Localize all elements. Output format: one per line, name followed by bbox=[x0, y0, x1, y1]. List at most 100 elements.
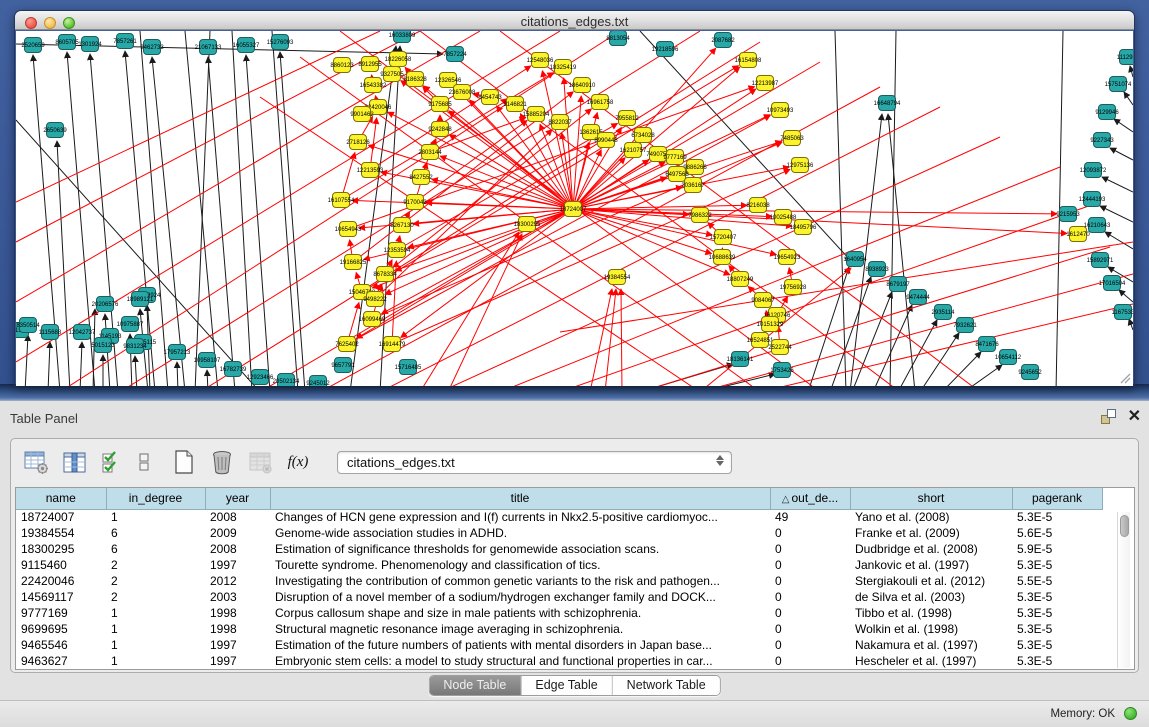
table-cell[interactable]: 0 bbox=[770, 573, 850, 589]
network-canvas[interactable]: 1872400788601238912955182260589327505818… bbox=[16, 31, 1133, 386]
table-row[interactable]: 1872400712008Changes of HCN gene express… bbox=[16, 509, 1102, 525]
table-row[interactable]: 977716911998Corpus callosum shape and si… bbox=[16, 605, 1102, 621]
table-cell[interactable]: Nakamura et al. (1997) bbox=[850, 637, 1012, 653]
column-header-year[interactable]: year bbox=[205, 488, 270, 509]
show-columns-icon[interactable] bbox=[61, 449, 87, 475]
table-cell[interactable]: 5.6E-5 bbox=[1012, 525, 1102, 541]
table-cell[interactable]: de Silva et al. (2003) bbox=[850, 589, 1012, 605]
citation-edge-black[interactable] bbox=[942, 352, 981, 386]
citation-edge-black[interactable] bbox=[1129, 319, 1133, 330]
citation-edge-black[interactable] bbox=[380, 46, 400, 386]
table-cell[interactable]: Corpus callosum shape and size in male p… bbox=[270, 605, 770, 621]
table-row[interactable]: 911546021997Tourette syndrome. Phenomeno… bbox=[16, 557, 1102, 573]
table-cell[interactable]: 5.3E-5 bbox=[1012, 589, 1102, 605]
citation-edge-black[interactable] bbox=[48, 342, 50, 386]
citation-edge-red[interactable] bbox=[426, 202, 573, 209]
table-cell[interactable]: 22420046 bbox=[16, 573, 106, 589]
table-cell[interactable]: 18724007 bbox=[16, 509, 106, 525]
table-cell[interactable]: 6 bbox=[106, 525, 205, 541]
table-cell[interactable]: 2008 bbox=[205, 541, 270, 557]
table-cell[interactable]: 18300295 bbox=[16, 541, 106, 557]
table-row[interactable]: 1830029562008Estimation of significance … bbox=[16, 541, 1102, 557]
citation-edge-black[interactable] bbox=[1102, 177, 1133, 192]
table-cell[interactable]: 0 bbox=[770, 557, 850, 573]
table-cell[interactable]: Franke et al. (2009) bbox=[850, 525, 1012, 541]
table-cell[interactable]: 9463627 bbox=[16, 653, 106, 669]
table-cell[interactable]: 5.3E-5 bbox=[1012, 557, 1102, 573]
table-cell[interactable]: Estimation of the future numbers of pati… bbox=[270, 637, 770, 653]
table-cell[interactable]: 49 bbox=[770, 509, 850, 525]
citation-edge-black[interactable] bbox=[852, 292, 892, 386]
table-cell[interactable]: Yano et al. (2008) bbox=[850, 509, 1012, 525]
citation-edge-red[interactable] bbox=[420, 31, 900, 386]
table-cell[interactable]: 1997 bbox=[205, 557, 270, 573]
table-cell[interactable]: Estimation of significance thresholds fo… bbox=[270, 541, 770, 557]
create-table-icon[interactable] bbox=[171, 449, 197, 475]
table-cell[interactable]: 0 bbox=[770, 637, 850, 653]
citation-edge-red[interactable] bbox=[621, 289, 622, 386]
memory-status-indicator[interactable] bbox=[1124, 707, 1137, 720]
citation-edge-black[interactable] bbox=[246, 55, 270, 386]
table-cell[interactable]: 2003 bbox=[205, 589, 270, 605]
citation-edge-black[interactable] bbox=[964, 365, 1002, 386]
table-cell[interactable]: 1 bbox=[106, 637, 205, 653]
function-builder-icon[interactable]: f(x) bbox=[285, 449, 311, 475]
table-cell[interactable]: 2008 bbox=[205, 509, 270, 525]
citation-edge-black[interactable] bbox=[1130, 66, 1133, 77]
table-cell[interactable]: 5.9E-5 bbox=[1012, 541, 1102, 557]
tab-network-table[interactable]: Network Table bbox=[613, 676, 720, 695]
table-cell[interactable]: 1997 bbox=[205, 653, 270, 669]
table-cell[interactable]: 9699695 bbox=[16, 621, 106, 637]
table-cell[interactable]: Changes of HCN gene expression and I(f) … bbox=[270, 509, 770, 525]
table-vertical-scrollbar[interactable] bbox=[1117, 512, 1130, 668]
table-cell[interactable]: 9115460 bbox=[16, 557, 106, 573]
table-cell[interactable]: 1 bbox=[106, 605, 205, 621]
table-cell[interactable]: 1998 bbox=[205, 605, 270, 621]
table-cell[interactable]: 5.3E-5 bbox=[1012, 509, 1102, 525]
table-cell[interactable]: 1 bbox=[106, 653, 205, 669]
scrollbar-thumb[interactable] bbox=[1120, 515, 1129, 537]
table-cell[interactable]: 2 bbox=[106, 589, 205, 605]
window-titlebar[interactable]: citations_edges.txt bbox=[15, 11, 1134, 30]
table-cell[interactable]: 5.3E-5 bbox=[1012, 653, 1102, 669]
table-cell[interactable]: 5.5E-5 bbox=[1012, 573, 1102, 589]
table-row[interactable]: 969969511998Structural magnetic resonanc… bbox=[16, 621, 1102, 637]
network-select-dropdown[interactable]: citations_edges.txt bbox=[337, 451, 732, 474]
table-cell[interactable]: Wolkin et al. (1998) bbox=[850, 621, 1012, 637]
citation-edge-black[interactable] bbox=[898, 320, 937, 386]
citation-edge-red[interactable] bbox=[605, 289, 616, 386]
table-cell[interactable]: 0 bbox=[770, 605, 850, 621]
citation-edge-black[interactable] bbox=[208, 57, 235, 386]
table-cell[interactable]: Tourette syndrome. Phenomenology and cla… bbox=[270, 557, 770, 573]
table-cell[interactable]: 0 bbox=[770, 653, 850, 669]
citation-edge-red[interactable] bbox=[16, 31, 560, 362]
table-cell[interactable]: 5.3E-5 bbox=[1012, 621, 1102, 637]
citation-edge-black[interactable] bbox=[195, 31, 210, 386]
canvas-resize-grip[interactable] bbox=[1119, 372, 1131, 384]
table-row[interactable]: 1938455462009Genome-wide association stu… bbox=[16, 525, 1102, 541]
citation-edge-black[interactable] bbox=[1119, 290, 1133, 302]
column-header-title[interactable]: title bbox=[270, 488, 770, 509]
citation-edge-black[interactable] bbox=[1114, 119, 1133, 132]
table-row[interactable]: 946362711997Embryonic stem cells: a mode… bbox=[16, 653, 1102, 669]
table-cell[interactable]: 19384554 bbox=[16, 525, 106, 541]
table-cell[interactable]: Investigating the contribution of common… bbox=[270, 573, 770, 589]
citation-edge-red[interactable] bbox=[573, 205, 747, 209]
column-header-name[interactable]: name bbox=[16, 488, 106, 509]
citation-edge-red[interactable] bbox=[375, 130, 552, 299]
tab-edge-table[interactable]: Edge Table bbox=[521, 676, 612, 695]
table-cell[interactable]: Structural magnetic resonance image aver… bbox=[270, 621, 770, 637]
table-cell[interactable]: 2 bbox=[106, 573, 205, 589]
table-row[interactable]: 2242004622012Investigating the contribut… bbox=[16, 573, 1102, 589]
network-view-window[interactable]: citations_edges.txt 18724007886012389129… bbox=[14, 10, 1135, 386]
citation-edge-black[interactable] bbox=[1124, 92, 1133, 105]
table-cell[interactable]: 9465546 bbox=[16, 637, 106, 653]
table-cell[interactable]: 5.3E-5 bbox=[1012, 637, 1102, 653]
citation-edge-black[interactable] bbox=[152, 57, 185, 386]
table-cell[interactable]: 1 bbox=[106, 509, 205, 525]
citation-edge-black[interactable] bbox=[850, 114, 882, 386]
citation-edge-black[interactable] bbox=[140, 31, 168, 386]
citation-edge-black[interactable] bbox=[25, 335, 28, 386]
table-cell[interactable]: 2009 bbox=[205, 525, 270, 541]
citation-edge-black[interactable] bbox=[890, 31, 896, 386]
